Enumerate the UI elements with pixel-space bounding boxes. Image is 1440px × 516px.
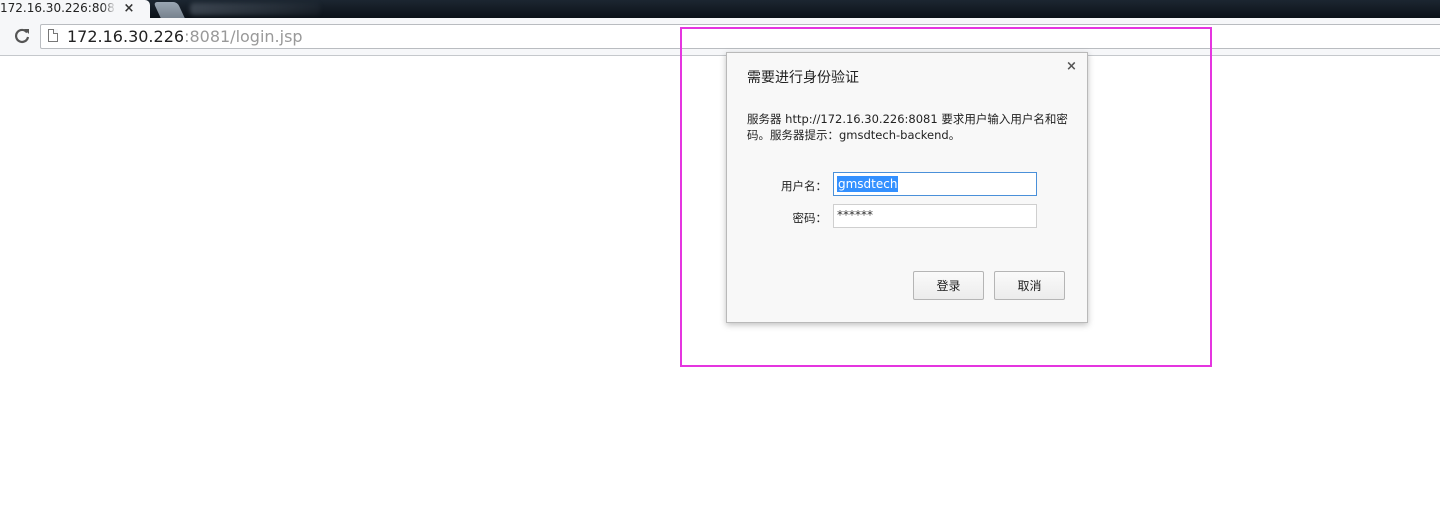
- cancel-button[interactable]: 取消: [994, 271, 1065, 300]
- dialog-title: 需要进行身份验证: [747, 70, 859, 86]
- address-url[interactable]: 172.16.30.226:8081/login.jsp: [67, 27, 303, 46]
- login-button[interactable]: 登录: [913, 271, 984, 300]
- new-tab-button[interactable]: [153, 2, 185, 18]
- tab-close-icon[interactable]: ×: [122, 0, 136, 17]
- url-path: :8081/login.jsp: [184, 27, 303, 46]
- auth-dialog: 需要进行身份验证 × 服务器 http://172.16.30.226:8081…: [726, 52, 1088, 323]
- username-field[interactable]: gmsdtech: [833, 172, 1037, 196]
- url-host: 172.16.30.226: [67, 27, 185, 46]
- reload-icon-svg: [15, 28, 30, 44]
- username-value: gmsdtech: [837, 176, 899, 192]
- browser-title-bar: 172.16.30.226:8081/login.jsp ×: [0, 0, 1440, 18]
- tab-active[interactable]: 172.16.30.226:8081/login.jsp ×: [0, 0, 150, 18]
- dialog-close-icon[interactable]: ×: [1066, 59, 1077, 75]
- password-field[interactable]: ******: [833, 204, 1037, 228]
- blurred-tab[interactable]: [190, 3, 320, 15]
- page-icon: [48, 29, 58, 42]
- username-label: 用户名：: [781, 179, 827, 193]
- dialog-message: 服务器 http://172.16.30.226:8081 要求用户输入用户名和…: [747, 112, 1068, 142]
- tab-title: 172.16.30.226:8081/login.jsp: [0, 1, 116, 15]
- reload-icon[interactable]: [12, 27, 32, 47]
- password-label: 密码：: [792, 211, 828, 225]
